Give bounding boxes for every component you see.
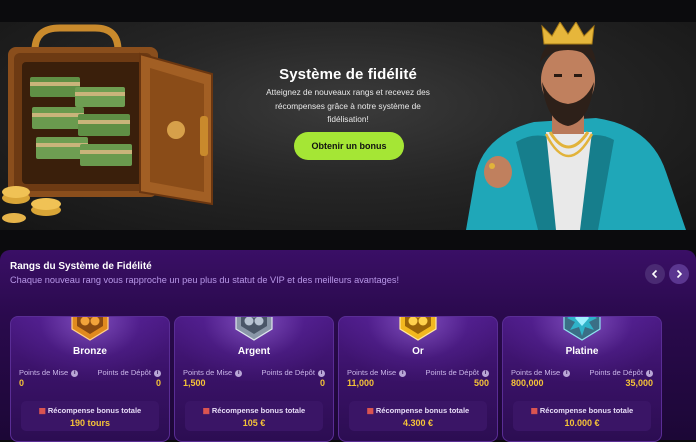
bet-points-value: 0 xyxy=(19,378,25,388)
ranks-next-button[interactable] xyxy=(669,264,689,284)
reward-label: Récompense bonus totale xyxy=(47,406,142,415)
ranks-prev-button[interactable] xyxy=(645,264,665,284)
bet-points-label: Points de Mise i xyxy=(183,368,243,377)
hero-description: Atteignez de nouveaux rangs et recevez d… xyxy=(266,87,430,124)
gift-icon: ▦ xyxy=(202,406,210,415)
gift-icon: ▦ xyxy=(366,406,374,415)
loyalty-hero-banner: Système de fidélité Atteignez de nouveau… xyxy=(0,22,696,230)
bet-points-value: 800,000 xyxy=(511,378,544,388)
reward-label: Récompense bonus totale xyxy=(539,406,634,415)
rank-name: Bronze xyxy=(73,346,107,357)
chevron-right-icon xyxy=(676,269,683,279)
reward-value: 190 tours xyxy=(69,418,111,428)
ranks-title: Rangs du Système de Fidélité xyxy=(10,261,152,272)
deposit-points-value: 0 xyxy=(155,378,161,388)
rank-card-platine[interactable]: Platine Points de Mise i Points de Dépôt… xyxy=(502,316,662,442)
info-icon: i xyxy=(646,369,653,377)
ranks-subtitle: Chaque nouveau rang vous rapproche un pe… xyxy=(10,275,400,285)
bet-points-value: 1,500 xyxy=(183,378,206,388)
bet-points-label: Points de Mise i xyxy=(511,368,571,377)
money-safe-illustration xyxy=(2,24,213,223)
deposit-points-label: Points de Dépôt i xyxy=(262,368,325,377)
reward-value: 4.300 € xyxy=(402,418,434,428)
platinum-rank-badge-icon xyxy=(563,317,601,341)
info-icon: i xyxy=(154,369,161,377)
info-icon: i xyxy=(318,369,325,377)
deposit-points-value: 500 xyxy=(473,378,489,388)
loyalty-ranks-panel: Rangs du Système de Fidélité Chaque nouv… xyxy=(0,250,696,442)
chevron-left-icon xyxy=(651,269,658,279)
get-bonus-button[interactable]: Obtenir un bonus xyxy=(294,132,404,160)
reward-label: Récompense bonus totale xyxy=(375,406,470,415)
deposit-points-label: Points de Dépôt i xyxy=(590,368,653,377)
deposit-points-value: 0 xyxy=(319,378,325,388)
rank-card-argent[interactable]: Argent Points de Mise i Points de Dépôt … xyxy=(174,316,334,442)
deposit-points-label: Points de Dépôt i xyxy=(426,368,489,377)
reward-value: 105 € xyxy=(242,418,266,428)
info-icon: i xyxy=(399,369,407,377)
rank-name: Argent xyxy=(237,346,271,357)
bronze-rank-badge-icon xyxy=(71,317,109,341)
rank-card-or[interactable]: Or Points de Mise i Points de Dépôt i 11… xyxy=(338,316,498,442)
king-character-illustration xyxy=(466,22,686,230)
reward-value: 10.000 € xyxy=(564,418,600,428)
reward-box: ▦ Récompense bonus totale 4.300 € xyxy=(349,401,487,431)
reward-box: ▦ Récompense bonus totale 105 € xyxy=(185,401,323,431)
info-icon: i xyxy=(482,369,489,377)
bet-points-label: Points de Mise i xyxy=(347,368,407,377)
rank-card-bronze[interactable]: Bronze Points de Mise i Points de Dépôt … xyxy=(10,316,170,442)
bet-points-label: Points de Mise i xyxy=(19,368,79,377)
info-icon: i xyxy=(235,369,243,377)
rank-name: Platine xyxy=(565,346,599,357)
gift-icon: ▦ xyxy=(38,406,46,415)
gold-rank-badge-icon xyxy=(399,317,437,341)
reward-box: ▦ Récompense bonus totale 190 tours xyxy=(21,401,159,431)
bet-points-value: 11,000 xyxy=(347,378,375,388)
info-icon: i xyxy=(563,369,571,377)
reward-label: Récompense bonus totale xyxy=(211,406,306,415)
reward-box: ▦ Récompense bonus totale 10.000 € xyxy=(513,401,651,431)
rank-name: Or xyxy=(412,346,424,357)
info-icon: i xyxy=(71,369,79,377)
gift-icon: ▦ xyxy=(530,406,538,415)
deposit-points-label: Points de Dépôt i xyxy=(98,368,161,377)
deposit-points-value: 35,000 xyxy=(625,378,653,388)
silver-rank-badge-icon xyxy=(235,317,273,341)
